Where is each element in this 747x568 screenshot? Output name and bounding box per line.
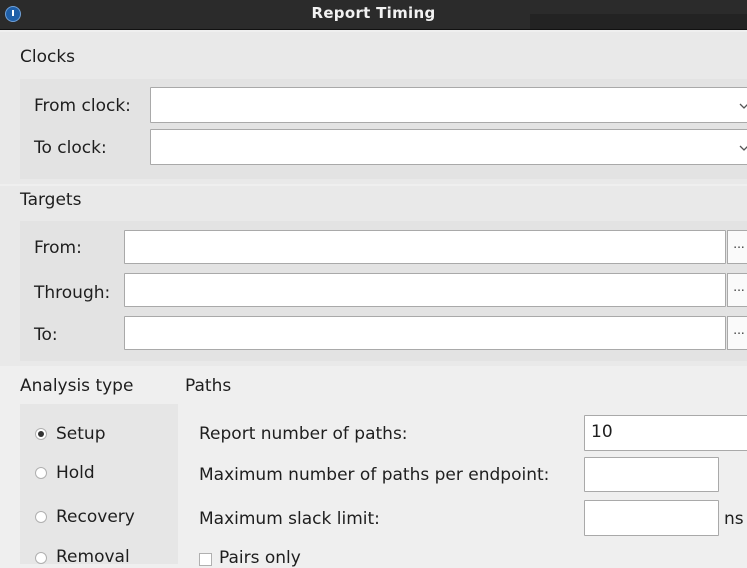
targets-from-input[interactable] — [124, 230, 726, 264]
targets-from-label: From: — [34, 238, 82, 258]
analysis-type-header: Analysis type — [20, 376, 134, 396]
report-number-input[interactable]: 10 — [584, 415, 747, 451]
setup-radio[interactable] — [35, 428, 47, 440]
targets-through-input[interactable] — [124, 273, 726, 307]
targets-to-label: To: — [34, 325, 58, 345]
max-slack-label: Maximum slack limit: — [199, 509, 380, 529]
chevron-down-icon[interactable] — [739, 102, 747, 110]
chevron-down-icon[interactable] — [739, 144, 747, 152]
setup-radio-label[interactable]: Setup — [56, 424, 105, 444]
max-per-endpoint-input[interactable] — [584, 457, 719, 492]
title-bar: Report Timing — [0, 0, 747, 30]
targets-through-browse-button[interactable]: ... — [727, 273, 747, 307]
report-number-value: 10 — [591, 422, 613, 442]
pairs-only-checkbox[interactable] — [199, 553, 212, 566]
removal-radio-label[interactable]: Removal — [56, 547, 130, 567]
window-title: Report Timing — [311, 4, 436, 22]
recovery-radio-label[interactable]: Recovery — [56, 507, 135, 527]
targets-header: Targets — [20, 190, 82, 210]
from-clock-combo[interactable] — [150, 87, 747, 123]
max-slack-unit: ns — [724, 509, 744, 529]
targets-through-label: Through: — [34, 283, 111, 303]
to-clock-label: To clock: — [34, 138, 107, 158]
to-clock-combo[interactable] — [150, 129, 747, 165]
recovery-radio[interactable] — [35, 511, 47, 523]
targets-to-input[interactable] — [124, 316, 726, 350]
targets-from-browse-button[interactable]: ... — [727, 230, 747, 264]
removal-radio[interactable] — [35, 552, 47, 564]
report-number-label: Report number of paths: — [199, 424, 408, 444]
targets-to-browse-button[interactable]: ... — [727, 316, 747, 350]
paths-header: Paths — [185, 376, 232, 396]
pairs-only-label[interactable]: Pairs only — [219, 548, 301, 568]
clocks-header: Clocks — [20, 47, 76, 67]
hold-radio-label[interactable]: Hold — [56, 463, 95, 483]
max-slack-input[interactable] — [584, 500, 719, 536]
hold-radio[interactable] — [35, 467, 47, 479]
from-clock-label: From clock: — [34, 96, 131, 116]
max-per-endpoint-label: Maximum number of paths per endpoint: — [199, 465, 550, 485]
